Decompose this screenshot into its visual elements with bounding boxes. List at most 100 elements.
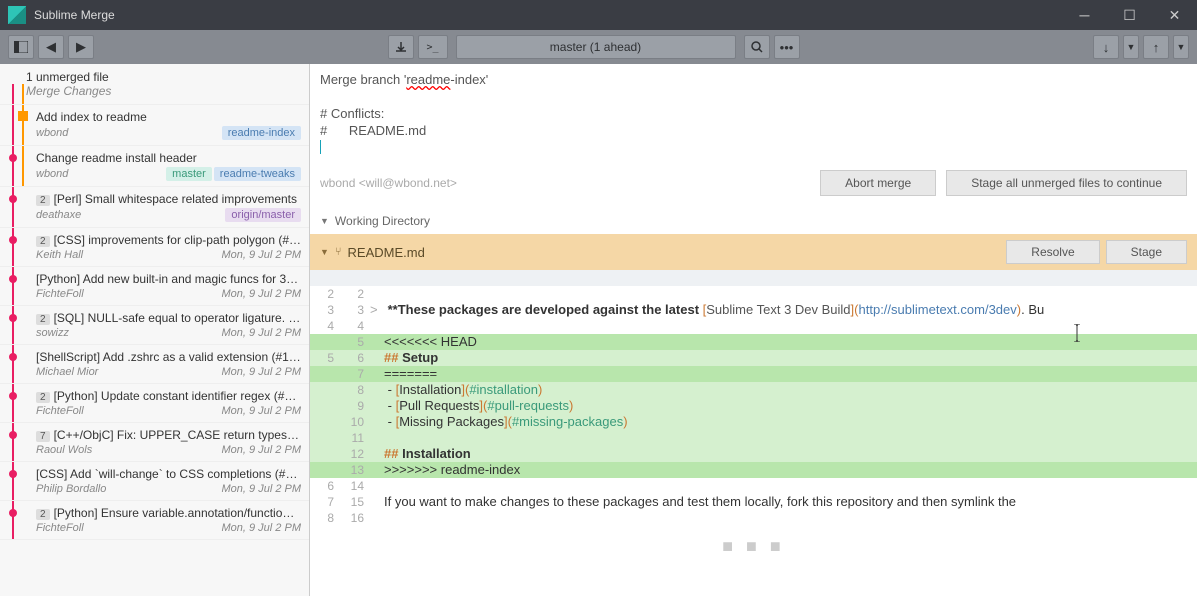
more-button[interactable]: •••: [774, 35, 800, 59]
merge-icon: ⑂: [335, 246, 342, 258]
app-title: Sublime Merge: [34, 8, 1062, 22]
app-icon: [8, 6, 26, 24]
commit-row[interactable]: [ShellScript] Add .zshrc as a valid exte…: [0, 345, 309, 384]
unmerged-subtitle: Merge Changes: [26, 84, 299, 98]
pull-menu[interactable]: ▼: [1123, 35, 1139, 59]
commit-row[interactable]: 2[Python] Ensure variable.annotation/fun…: [0, 501, 309, 540]
push-menu[interactable]: ▼: [1173, 35, 1189, 59]
msg-conflicts-file: # README.md: [320, 123, 1187, 140]
loading-indicator: ■ ■ ■: [310, 526, 1197, 567]
toolbar: ◀ ▶ >_ master (1 ahead) ••• ↓ ▼ ↑ ▼: [0, 30, 1197, 64]
commit-title: 2[Python] Ensure variable.annotation/fun…: [36, 506, 301, 520]
commit-author: Michael Mior: [36, 366, 98, 378]
commit-author: wbond: [36, 168, 68, 180]
commit-author: sowizz: [36, 327, 69, 339]
main-panel: Merge branch 'readme-index' # Conflicts:…: [310, 64, 1197, 596]
file-count-badge: 7: [36, 431, 50, 442]
file-count-badge: 2: [36, 314, 50, 325]
commit-date: Mon, 9 Jul 2 PM: [222, 405, 301, 417]
commit-row[interactable]: 2[Perl] Small whitespace related improve…: [0, 187, 309, 228]
search-button[interactable]: [744, 35, 770, 59]
commit-date: Mon, 9 Jul 2 PM: [222, 288, 301, 300]
file-count-badge: 2: [36, 195, 50, 206]
commit-author-field[interactable]: wbond <will@wbond.net>: [320, 176, 810, 190]
panel-icon: [14, 41, 28, 53]
commit-author: wbond: [36, 127, 68, 139]
stash-button[interactable]: [388, 35, 414, 59]
commit-row[interactable]: Change readme install header wbond masterr…: [0, 146, 309, 187]
commit-date: Mon, 9 Jul 2 PM: [222, 522, 301, 534]
commit-author: Raoul Wols: [36, 444, 92, 456]
branch-badge: readme-index: [222, 126, 301, 140]
nav-back-button[interactable]: ◀: [38, 35, 64, 59]
commit-date: Mon, 9 Jul 2 PM: [222, 249, 301, 261]
terminal-button[interactable]: >_: [418, 35, 448, 59]
branch-selector[interactable]: master (1 ahead): [456, 35, 736, 59]
commit-title: 2[Python] Update constant identifier reg…: [36, 389, 301, 403]
file-count-badge: 2: [36, 236, 50, 247]
section-header[interactable]: ▼ Working Directory: [310, 208, 1197, 234]
commit-title: 7[C++/ObjC] Fix: UPPER_CASE return types…: [36, 428, 301, 442]
commit-row[interactable]: Add index to readme wbond readme-index: [0, 105, 309, 146]
msg-text: -index': [450, 72, 488, 87]
chevron-down-icon: ▼: [320, 247, 329, 257]
file-header[interactable]: ▼ ⑂ README.md Resolve Stage: [310, 234, 1197, 270]
chevron-down-icon: ▼: [320, 216, 329, 226]
commit-row[interactable]: 2[SQL] NULL-safe equal to operator ligat…: [0, 306, 309, 345]
window-controls: ─ ☐ ✕: [1062, 0, 1197, 30]
commit-author: FichteFoll: [36, 522, 84, 534]
commit-date: Mon, 9 Jul 2 PM: [222, 327, 301, 339]
terminal-icon: >_: [426, 42, 438, 53]
minimize-button[interactable]: ─: [1062, 0, 1107, 30]
side-panel-toggle[interactable]: [8, 35, 34, 59]
abort-merge-button[interactable]: Abort merge: [820, 170, 936, 196]
commit-author: deathaxe: [36, 209, 81, 221]
commit-title: Add index to readme: [36, 110, 301, 124]
file-count-badge: 2: [36, 509, 50, 520]
msg-conflicts: # Conflicts:: [320, 106, 1187, 123]
commit-title: 2[SQL] NULL-safe equal to operator ligat…: [36, 311, 301, 325]
unmerged-title: 1 unmerged file: [26, 70, 299, 84]
file-name: README.md: [348, 245, 1001, 260]
maximize-button[interactable]: ☐: [1107, 0, 1152, 30]
commit-date: Mon, 9 Jul 2 PM: [222, 444, 301, 456]
resolve-button[interactable]: Resolve: [1006, 240, 1099, 264]
commit-row[interactable]: 2[Python] Update constant identifier reg…: [0, 384, 309, 423]
nav-forward-button[interactable]: ▶: [68, 35, 94, 59]
stash-icon: [396, 42, 406, 52]
branch-badge: origin/master: [225, 208, 301, 222]
commit-author: FichteFoll: [36, 405, 84, 417]
diff-view[interactable]: 22 33> **These packages are developed ag…: [310, 270, 1197, 526]
stage-all-button[interactable]: Stage all unmerged files to continue: [946, 170, 1187, 196]
commit-author: FichteFoll: [36, 288, 84, 300]
push-button[interactable]: ↑: [1143, 35, 1169, 59]
commit-title: 2[CSS] improvements for clip-path polygo…: [36, 233, 301, 247]
section-title: Working Directory: [335, 214, 430, 228]
commit-message-editor[interactable]: Merge branch 'readme-index' # Conflicts:…: [310, 64, 1197, 166]
commit-list[interactable]: 1 unmerged file Merge Changes Add index …: [0, 64, 310, 596]
file-count-badge: 2: [36, 392, 50, 403]
commit-title: 2[Perl] Small whitespace related improve…: [36, 192, 301, 206]
commit-date: Mon, 9 Jul 2 PM: [222, 483, 301, 495]
titlebar: Sublime Merge ─ ☐ ✕: [0, 0, 1197, 30]
msg-text: Merge branch ': [320, 72, 406, 87]
search-icon: [751, 41, 763, 53]
commit-row[interactable]: [Python] Add new built-in and magic func…: [0, 267, 309, 306]
commit-title: Change readme install header: [36, 151, 301, 165]
commit-title: [Python] Add new built-in and magic func…: [36, 272, 301, 286]
stage-button[interactable]: Stage: [1106, 240, 1187, 264]
commit-author: Keith Hall: [36, 249, 83, 261]
commit-title: [CSS] Add `will-change` to CSS completio…: [36, 467, 301, 481]
commit-author: Philip Bordallo: [36, 483, 106, 495]
branch-badge: readme-tweaks: [214, 167, 301, 181]
msg-text-spell: readme: [406, 72, 450, 87]
unmerged-header[interactable]: 1 unmerged file Merge Changes: [0, 64, 309, 105]
commit-row[interactable]: 7[C++/ObjC] Fix: UPPER_CASE return types…: [0, 423, 309, 462]
commit-date: Mon, 9 Jul 2 PM: [222, 366, 301, 378]
commit-title: [ShellScript] Add .zshrc as a valid exte…: [36, 350, 301, 364]
branch-badge: master: [166, 167, 212, 181]
commit-row[interactable]: [CSS] Add `will-change` to CSS completio…: [0, 462, 309, 501]
close-button[interactable]: ✕: [1152, 0, 1197, 30]
commit-row[interactable]: 2[CSS] improvements for clip-path polygo…: [0, 228, 309, 267]
pull-button[interactable]: ↓: [1093, 35, 1119, 59]
